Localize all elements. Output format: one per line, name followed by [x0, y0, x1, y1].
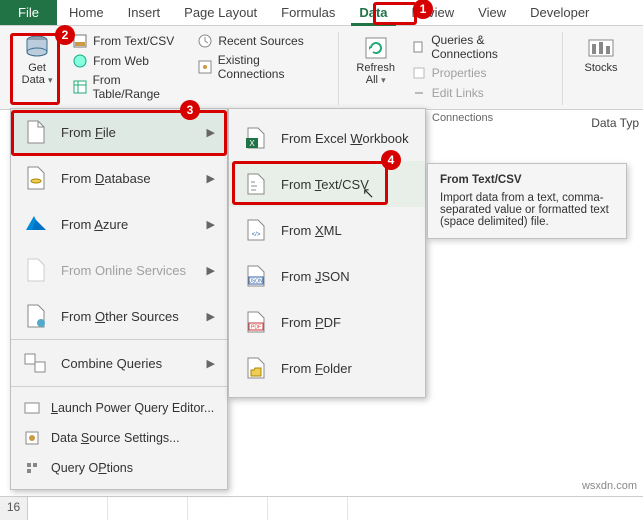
- group-get-transform: GetData ▾ From Text/CSV From Web From Ta…: [6, 32, 339, 105]
- table-icon: [72, 79, 87, 95]
- row-header[interactable]: 16: [0, 497, 28, 520]
- azure-icon: [23, 211, 49, 237]
- chevron-right-icon: ▶: [207, 357, 215, 370]
- online-services-icon: [23, 257, 49, 283]
- menu-from-database[interactable]: From Database ▶: [11, 155, 227, 201]
- data-types-label: Data Typ: [591, 116, 639, 130]
- svg-text:X: X: [249, 139, 255, 148]
- cell[interactable]: [28, 497, 108, 520]
- recent-sources-button[interactable]: Recent Sources: [195, 32, 327, 50]
- chevron-right-icon: ▶: [207, 310, 215, 323]
- recent-icon: [197, 33, 213, 49]
- menu-query-options[interactable]: Query OPtions: [11, 453, 227, 483]
- tab-data[interactable]: Data: [347, 0, 399, 25]
- menu-from-online-services[interactable]: From Online Services ▶: [11, 247, 227, 293]
- combine-icon: [23, 350, 49, 376]
- other-sources-icon: [23, 303, 49, 329]
- cursor-icon: ↖: [362, 184, 375, 202]
- stocks-icon: [585, 34, 617, 62]
- svg-text:JSON: JSON: [249, 279, 263, 285]
- tab-file[interactable]: File: [0, 0, 57, 25]
- connections-icon: [197, 59, 212, 75]
- group-queries: RefreshAll ▾ Queries & Connections Prope…: [345, 32, 563, 105]
- properties-icon: [411, 65, 427, 81]
- submenu-from-folder[interactable]: From Folder: [229, 345, 425, 391]
- chevron-right-icon: ▶: [207, 126, 215, 139]
- pdf-icon: PDF: [243, 309, 269, 335]
- tab-formulas[interactable]: Formulas: [269, 0, 347, 25]
- get-data-label: GetData ▾: [22, 62, 53, 86]
- menu-from-other-sources[interactable]: From Other Sources ▶: [11, 293, 227, 339]
- edit-links-icon: [411, 85, 427, 101]
- svg-text:PDF: PDF: [251, 325, 261, 331]
- submenu-from-pdf[interactable]: PDF From PDF: [229, 299, 425, 345]
- tooltip-from-text-csv: From Text/CSV Import data from a text, c…: [427, 163, 627, 239]
- tab-page-layout[interactable]: Page Layout: [172, 0, 269, 25]
- tooltip-body: Import data from a text, comma-separated…: [440, 192, 614, 228]
- queries-connections-button[interactable]: Queries & Connections: [409, 32, 552, 62]
- database-icon: [23, 165, 49, 191]
- badge-3: 3: [180, 100, 200, 120]
- file-icon: [23, 119, 49, 145]
- properties-button[interactable]: Properties: [409, 64, 552, 82]
- get-data-menu: From File ▶ From Database ▶ From Azure ▶…: [10, 108, 228, 490]
- from-web-button[interactable]: From Web: [70, 52, 189, 70]
- ribbon-body: GetData ▾ From Text/CSV From Web From Ta…: [0, 26, 643, 110]
- database-icon: [21, 34, 53, 62]
- chevron-right-icon: ▶: [207, 218, 215, 231]
- submenu-from-json[interactable]: JSON From JSON: [229, 253, 425, 299]
- from-text-csv-button[interactable]: From Text/CSV: [70, 32, 189, 50]
- refresh-all-label: RefreshAll ▾: [356, 62, 395, 86]
- refresh-icon: [360, 34, 392, 62]
- refresh-all-button[interactable]: RefreshAll ▾: [349, 32, 403, 105]
- get-data-button[interactable]: GetData ▾: [10, 32, 64, 105]
- tab-developer[interactable]: Developer: [518, 0, 601, 25]
- badge-1: 1: [413, 0, 433, 19]
- cell[interactable]: [268, 497, 348, 520]
- watermark: wsxdn.com: [582, 480, 637, 492]
- chevron-right-icon: ▶: [207, 264, 215, 277]
- connections-group-label: Connections: [432, 112, 493, 124]
- tab-view[interactable]: View: [466, 0, 518, 25]
- queries-icon: [411, 39, 426, 55]
- cell[interactable]: [108, 497, 188, 520]
- edit-links-button[interactable]: Edit Links: [409, 84, 552, 102]
- submenu-from-xml[interactable]: </> From XML: [229, 207, 425, 253]
- json-icon: JSON: [243, 263, 269, 289]
- cell[interactable]: [188, 497, 268, 520]
- csv-file-icon: [243, 171, 269, 197]
- tab-review[interactable]: Review: [400, 0, 467, 25]
- from-table-range-button[interactable]: From Table/Range: [70, 72, 189, 102]
- menu-data-source-settings[interactable]: Data Source Settings...: [11, 423, 227, 453]
- menu-from-azure[interactable]: From Azure ▶: [11, 201, 227, 247]
- svg-text:</>: </>: [252, 232, 261, 238]
- tab-home[interactable]: Home: [57, 0, 116, 25]
- menu-launch-pq-editor[interactable]: Launch Power Query Editor...: [11, 393, 227, 423]
- worksheet-row: 16: [0, 496, 643, 520]
- tab-insert[interactable]: Insert: [116, 0, 173, 25]
- folder-icon: [243, 355, 269, 381]
- existing-connections-button[interactable]: Existing Connections: [195, 52, 327, 82]
- badge-4: 4: [381, 150, 401, 170]
- stocks-button[interactable]: Stocks: [573, 32, 629, 105]
- globe-icon: [72, 53, 88, 69]
- menu-combine-queries[interactable]: Combine Queries ▶: [11, 340, 227, 386]
- ribbon-tabs: File Home Insert Page Layout Formulas Da…: [0, 0, 643, 26]
- pq-editor-icon: [23, 399, 41, 417]
- xml-icon: </>: [243, 217, 269, 243]
- badge-2: 2: [55, 25, 75, 45]
- chevron-right-icon: ▶: [207, 172, 215, 185]
- tooltip-title: From Text/CSV: [440, 174, 614, 186]
- data-source-icon: [23, 429, 41, 447]
- group-data-types: Stocks: [569, 32, 639, 105]
- options-icon: [23, 459, 41, 477]
- excel-icon: X: [243, 125, 269, 151]
